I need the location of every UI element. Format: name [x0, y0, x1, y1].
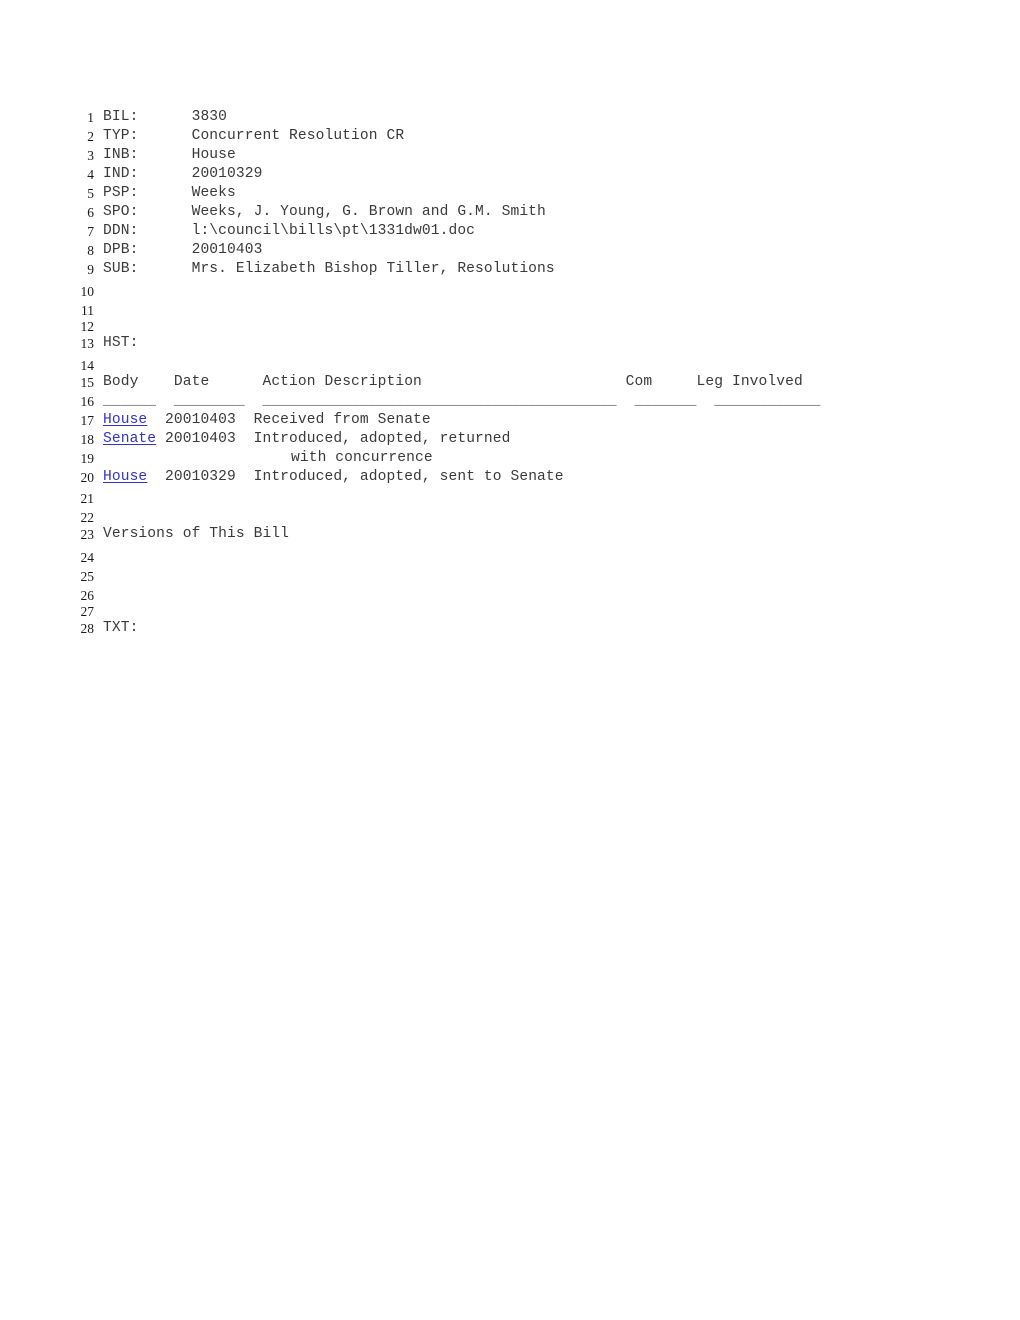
separator-gap: [156, 393, 174, 409]
field-key: IND:: [103, 166, 139, 182]
field-key: BIL:: [103, 109, 139, 125]
field-value: 20010329: [191, 166, 263, 182]
separator-date: ________: [173, 393, 245, 409]
field-key: TYP:: [103, 128, 139, 144]
text-section-label: TXT:: [103, 620, 139, 636]
column-header-date: Date: [173, 374, 210, 390]
field-gap: [138, 185, 191, 201]
separator-com: _______: [634, 393, 697, 409]
field-row-typ: TYP: Concurrent Resolution CR: [103, 129, 404, 144]
field-row-psp: PSP: Weeks: [103, 186, 236, 201]
header-gap: [422, 374, 626, 390]
versions-of-this-bill-heading: Versions of This Bill: [103, 526, 290, 542]
field-row-sub: SUB: Mrs. Elizabeth Bishop Tiller, Resol…: [103, 262, 555, 277]
field-row-ddn: DDN: l:\council\bills\pt\1331dw01.doc: [103, 224, 475, 239]
separator-leg: ____________: [714, 393, 821, 409]
field-key: INB:: [103, 147, 139, 163]
column-header-leg: Leg Involved: [696, 374, 803, 390]
table-row: House 20010329 Introduced, adopted, sent…: [103, 470, 564, 485]
field-value: l:\council\bills\pt\1331dw01.doc: [191, 223, 476, 239]
separator-gap: [617, 393, 635, 409]
field-gap: [138, 128, 191, 144]
history-date: 20010329: [165, 469, 236, 485]
table-row: House 20010403 Received from Senate: [103, 413, 431, 428]
history-body-link-house[interactable]: House: [103, 469, 147, 485]
history-body-link-senate[interactable]: Senate: [103, 431, 156, 447]
separator-body: ______: [103, 393, 157, 409]
cell-gap: [147, 412, 165, 428]
field-row-spo: SPO: Weeks, J. Young, G. Brown and G.M. …: [103, 205, 546, 220]
header-gap: [652, 374, 696, 390]
field-key: DPB:: [103, 242, 139, 258]
column-header-body: Body: [103, 374, 139, 390]
field-value: Mrs. Elizabeth Bishop Tiller, Resolution…: [191, 261, 555, 277]
field-gap: [138, 204, 191, 220]
field-value: House: [191, 147, 236, 163]
cell-gap: [236, 431, 254, 447]
field-gap: [138, 147, 191, 163]
cell-gap: [236, 412, 254, 428]
cell-gap: [236, 469, 254, 485]
field-row-dpb: DPB: 20010403: [103, 243, 262, 258]
field-row-ind: IND: 20010329: [103, 167, 262, 182]
field-value: Concurrent Resolution CR: [191, 128, 405, 144]
field-key: DDN:: [103, 223, 139, 239]
field-gap: [138, 166, 191, 182]
field-row-inb: INB: House: [103, 148, 236, 163]
field-key: SUB:: [103, 261, 139, 277]
history-date: 20010403: [165, 412, 236, 428]
field-gap: [138, 261, 191, 277]
history-action: Introduced, adopted, sent to Senate: [253, 469, 564, 485]
history-action-continuation: with concurrence: [291, 450, 433, 466]
cell-gap: [156, 431, 165, 447]
field-key: SPO:: [103, 204, 139, 220]
header-gap: [209, 374, 262, 390]
field-value: 3830: [191, 109, 228, 125]
field-gap: [138, 223, 191, 239]
document-page: 1 2 3 4 5 6 7 8 9 10 11 12 13 14 15 16 1…: [0, 0, 1020, 1320]
history-table-header: Body Date Action Description Com Leg Inv…: [103, 375, 803, 390]
separator-gap: [245, 393, 263, 409]
field-value: Weeks: [191, 185, 236, 201]
history-action: Received from Senate: [253, 412, 431, 428]
field-key: PSP:: [103, 185, 139, 201]
cell-gap: [147, 469, 165, 485]
history-body-link-house[interactable]: House: [103, 412, 147, 428]
history-section-label: HST:: [103, 335, 139, 351]
history-date: 20010403: [165, 431, 236, 447]
field-value: Weeks, J. Young, G. Brown and G.M. Smith: [191, 204, 546, 220]
document-body: BIL: 3830 TYP: Concurrent Resolution CR …: [0, 0, 1020, 1320]
separator-gap: [697, 393, 715, 409]
separator-action: ________________________________________: [262, 393, 617, 409]
column-header-com: Com: [625, 374, 653, 390]
table-row: Senate 20010403 Introduced, adopted, ret…: [103, 432, 510, 447]
history-table-separator: ______ ________ ________________________…: [103, 394, 821, 409]
field-row-bil: BIL: 3830: [103, 110, 227, 125]
history-action: Introduced, adopted, returned: [253, 431, 511, 447]
field-value: 20010403: [191, 242, 263, 258]
field-gap: [138, 242, 191, 258]
field-gap: [138, 109, 191, 125]
header-gap: [138, 374, 173, 390]
column-header-action: Action Description: [262, 374, 422, 390]
